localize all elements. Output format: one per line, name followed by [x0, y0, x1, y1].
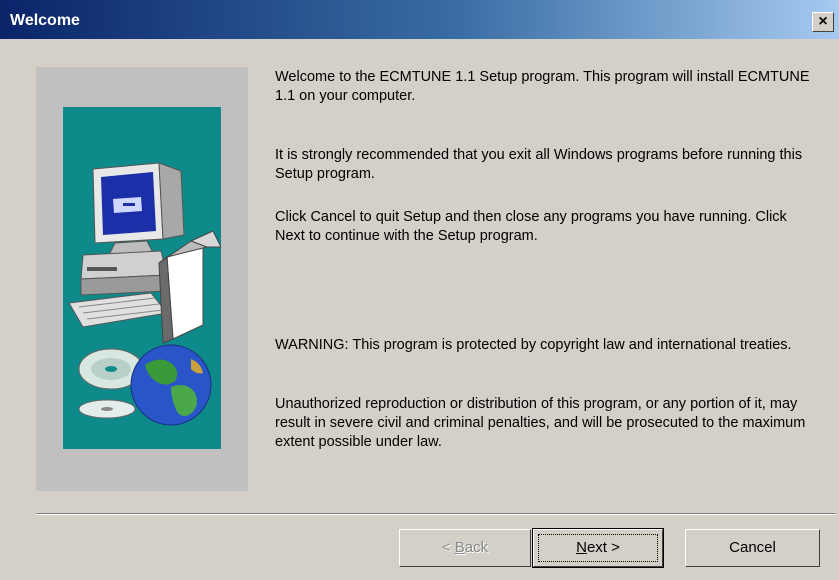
setup-illustration-graphic [68, 162, 222, 426]
intro-paragraph: Welcome to the ECMTUNE 1.1 Setup program… [275, 69, 810, 104]
globe-icon [130, 344, 212, 426]
legal-paragraph: Unauthorized reproduction or distributio… [275, 396, 806, 450]
close-icon: × [818, 13, 828, 30]
recommendation-paragraph: It is strongly recommended that you exit… [275, 147, 803, 182]
setup-illustration-panel [36, 67, 248, 491]
back-accelerator: B [454, 539, 465, 556]
back-button[interactable]: < Back [399, 529, 531, 567]
setup-illustration [63, 107, 222, 449]
button-separator [36, 513, 836, 515]
cancel-label: Cancel [729, 539, 776, 556]
instructions-paragraph: Click Cancel to quit Setup and then clos… [275, 209, 787, 244]
cancel-button[interactable]: Cancel [685, 529, 820, 567]
close-button[interactable]: × [812, 12, 834, 32]
back-prefix: < [441, 539, 455, 556]
warning-paragraph: WARNING: This program is protected by co… [275, 337, 792, 353]
focus-rect [538, 534, 658, 562]
window-title: Welcome [10, 12, 80, 29]
setup-dialog: Welcome × Welcome to the ECMTUNE 1.1 Set… [0, 0, 839, 580]
software-box-icon [158, 230, 222, 344]
next-button[interactable]: Next > [532, 528, 664, 568]
title-bar[interactable]: Welcome × [0, 0, 839, 39]
back-label-rest: ack [464, 539, 489, 556]
